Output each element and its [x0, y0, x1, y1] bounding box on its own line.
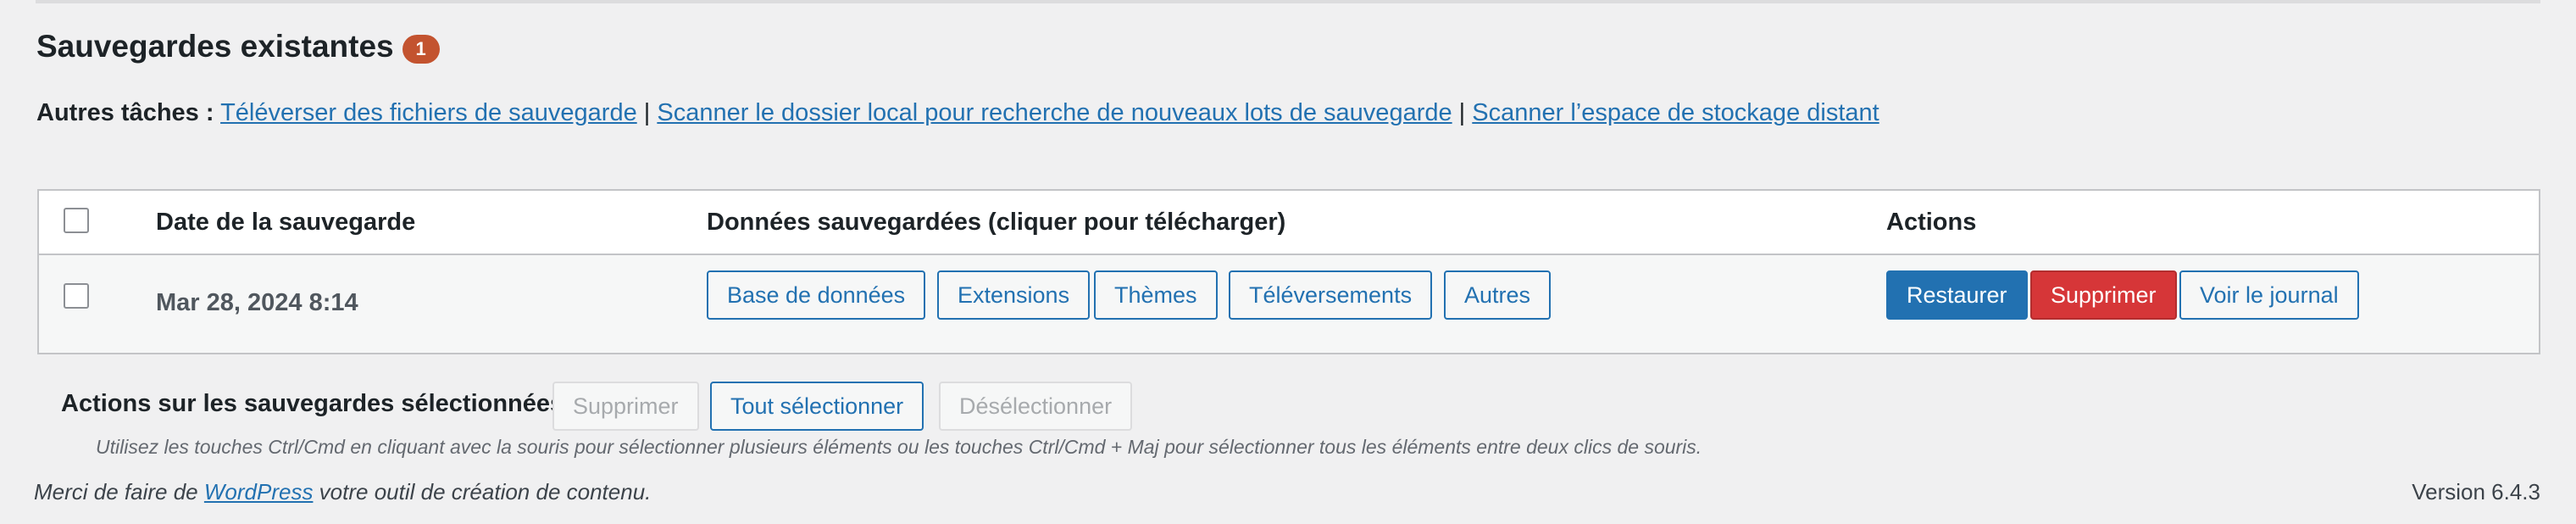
bulk-delete-button[interactable]: Supprimer	[552, 382, 699, 431]
link-separator: |	[1452, 99, 1473, 126]
download-database-button[interactable]: Base de données	[707, 270, 926, 320]
footer-thanks: Merci de faire de WordPress votre outil …	[34, 479, 651, 505]
download-others-button[interactable]: Autres	[1444, 270, 1552, 320]
select-all-checkbox[interactable]	[64, 208, 89, 233]
restore-button[interactable]: Restaurer	[1886, 270, 2028, 320]
footer-thanks-before: Merci de faire de	[34, 479, 204, 504]
download-plugins-button[interactable]: Extensions	[937, 270, 1091, 320]
other-tasks-label: Autres tâches :	[36, 99, 214, 126]
wordpress-link[interactable]: WordPress	[204, 479, 314, 504]
rescan-remote-storage-link[interactable]: Scanner l’espace de stockage distant	[1472, 99, 1879, 126]
table-header: Date de la sauvegarde Données sauvegardé…	[39, 191, 2539, 255]
row-select-checkbox[interactable]	[64, 283, 89, 309]
view-log-button[interactable]: Voir le journal	[2179, 270, 2359, 320]
section-heading: Sauvegardes existantes 1	[36, 29, 440, 64]
column-header-actions: Actions	[1886, 209, 1977, 236]
backups-table: Date de la sauvegarde Données sauvegardé…	[37, 189, 2540, 354]
delete-backup-button[interactable]: Supprimer	[2030, 270, 2177, 320]
upload-backup-files-link[interactable]: Téléverser des fichiers de sauvegarde	[220, 99, 637, 126]
top-divider	[36, 0, 2540, 3]
column-header-data: Données sauvegardées (cliquer pour téléc…	[707, 209, 1286, 236]
backup-date: Mar 28, 2024 8:14	[156, 289, 358, 316]
link-separator: |	[636, 99, 658, 126]
selection-hint: Utilisez les touches Ctrl/Cmd en cliquan…	[96, 436, 1702, 458]
bulk-actions-label: Actions sur les sauvegardes sélectionnée…	[61, 390, 564, 417]
footer-thanks-after: votre outil de création de contenu.	[313, 479, 652, 504]
table-row: Mar 28, 2024 8:14 Base de données Extens…	[39, 255, 2539, 353]
deselect-button[interactable]: Désélectionner	[939, 382, 1133, 431]
column-header-date: Date de la sauvegarde	[156, 209, 416, 236]
download-uploads-button[interactable]: Téléversements	[1229, 270, 1433, 320]
backup-count-badge: 1	[402, 35, 440, 64]
other-tasks: Autres tâches : Téléverser des fichiers …	[36, 99, 1879, 127]
select-all-button[interactable]: Tout sélectionner	[710, 382, 924, 431]
section-title: Sauvegardes existantes	[36, 29, 394, 64]
footer-version: Version 6.4.3	[2412, 479, 2540, 504]
download-themes-button[interactable]: Thèmes	[1094, 270, 1218, 320]
rescan-local-folder-link[interactable]: Scanner le dossier local pour recherche …	[657, 99, 1452, 126]
